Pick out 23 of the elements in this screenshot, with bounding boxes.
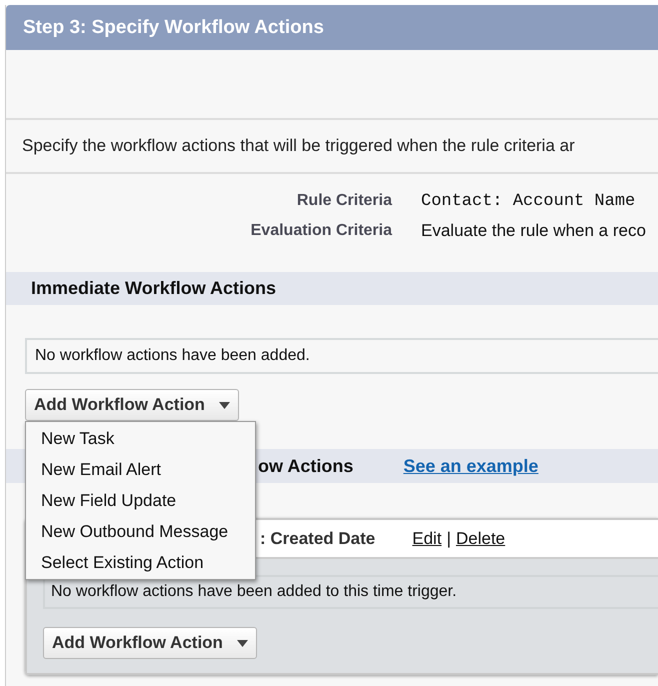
menu-item[interactable]: New Field Update — [26, 485, 255, 516]
section-heading: Immediate Workflow Actions — [6, 272, 658, 305]
field-value: Contact: Account Name — [421, 192, 636, 210]
menu-item[interactable]: New Email Alert — [26, 454, 255, 485]
add-action-button[interactable]: Add Workflow Action — [43, 627, 257, 659]
caret-icon — [218, 402, 230, 408]
add-action-button[interactable]: Add Workflow Action — [25, 389, 239, 421]
menu-item[interactable]: New Outbound Message — [26, 516, 255, 547]
empty-message: No workflow actions have been added. — [25, 338, 658, 374]
field-label: Evaluation Criteria — [250, 222, 392, 240]
section-header: Step 3: Specify Workflow Actions — [6, 5, 658, 50]
trigger-label: : Created Date — [260, 528, 376, 548]
menu-item[interactable]: Select Existing Action — [26, 547, 255, 578]
description-text: Specify the workflow actions that will be triggered when the rule criteria ar — [6, 120, 658, 174]
edit-link[interactable]: Edit — [412, 528, 442, 548]
link-separator: | — [446, 528, 451, 548]
field-label: Rule Criteria — [296, 192, 392, 210]
section-heading: ow Actions — [258, 456, 354, 476]
example-link[interactable]: See an example — [403, 456, 538, 476]
field-value: Evaluate the rule when a reco — [421, 221, 646, 241]
caret-icon — [236, 640, 248, 646]
menu-item[interactable]: New Task — [26, 423, 255, 454]
delete-link[interactable]: Delete — [456, 528, 506, 548]
